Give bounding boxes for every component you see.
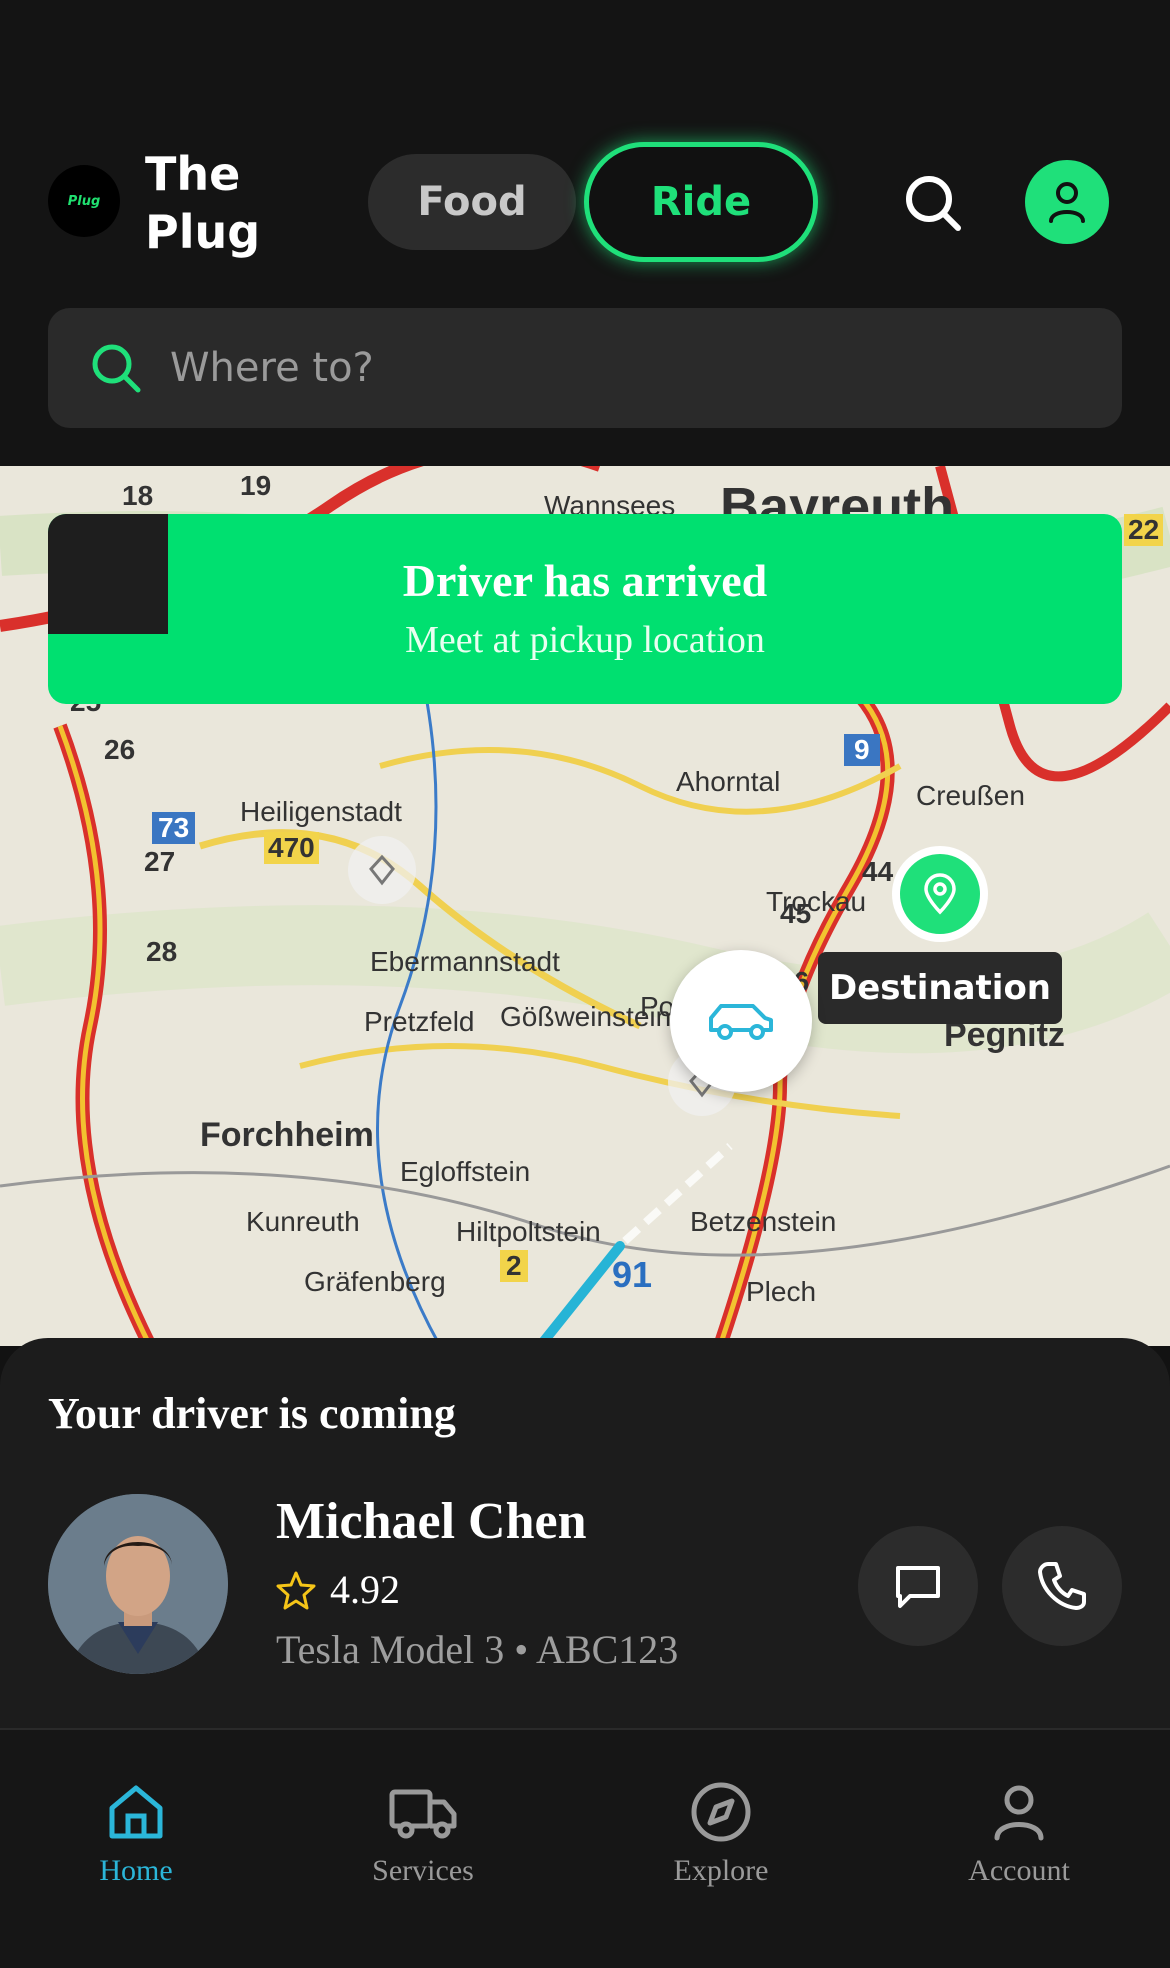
phone-icon	[1038, 1562, 1086, 1610]
road-number: 9	[844, 734, 880, 766]
road-number: 27	[144, 846, 176, 877]
car-icon	[709, 1004, 773, 1040]
vehicle-info: Tesla Model 3 • ABC123	[276, 1627, 679, 1672]
brand-name: The Plug	[145, 145, 260, 261]
logo-text: Plug	[67, 193, 101, 209]
driver-car-marker[interactable]	[670, 950, 812, 1092]
map-label: Gräfenberg	[304, 1266, 446, 1297]
truck-icon	[389, 1789, 457, 1839]
profile-button[interactable]	[1025, 160, 1109, 244]
call-driver-button[interactable]	[1002, 1526, 1122, 1646]
map-label: Ahorntal	[676, 766, 781, 797]
rating-value: 4.92	[330, 1567, 400, 1612]
road-number: 44	[862, 856, 894, 887]
driver-rating: 4.92	[276, 1566, 400, 1613]
brand-line-2: Plug	[145, 205, 261, 259]
search-icon[interactable]	[900, 170, 966, 236]
map-label: Egloffstein	[400, 1156, 531, 1187]
destination-marker[interactable]	[892, 846, 988, 942]
star-icon	[276, 1571, 316, 1609]
message-icon	[896, 1566, 940, 1608]
road-number: 26	[104, 734, 136, 765]
map-label: Creußen	[916, 780, 1025, 811]
nav-label: Home	[99, 1854, 173, 1887]
map-pin-icon	[924, 873, 956, 915]
search-icon	[92, 344, 141, 393]
message-driver-button[interactable]	[858, 1526, 978, 1646]
bottom-nav: Home Services Explore Account	[0, 1728, 1170, 1968]
ghost-location-pin	[348, 836, 416, 904]
nav-label: Explore	[673, 1854, 769, 1887]
nav-item-explore[interactable]: Explore	[621, 1780, 821, 1888]
road-number: 22	[1124, 514, 1164, 546]
user-icon	[994, 1785, 1044, 1841]
map-label: Ebermannstadt	[370, 946, 560, 977]
banner-subtitle: Meet at pickup location	[405, 619, 765, 661]
sheet-title: Your driver is coming	[48, 1389, 456, 1438]
banner-title: Driver has arrived	[402, 555, 768, 606]
map-label: Betzenstein	[690, 1206, 837, 1237]
driver-name: Michael Chen	[276, 1493, 587, 1550]
map-label: Forchheim	[200, 1116, 374, 1154]
road-number: 91	[612, 1254, 653, 1295]
search-input[interactable]	[170, 332, 1070, 404]
nav-label: Account	[968, 1854, 1070, 1887]
road-number: 19	[240, 470, 272, 501]
pin-icon	[369, 854, 395, 886]
tab-food[interactable]: Food	[368, 154, 576, 250]
map-label: Heiligenstadt	[240, 796, 402, 827]
driver-arrived-banner: Driver has arrived Meet at pickup locati…	[48, 514, 1122, 704]
road-number: 73	[152, 812, 196, 844]
driver-info-sheet: Your driver is coming Michael Chen 4.92 …	[0, 1338, 1170, 1728]
tab-ride[interactable]: Ride	[584, 142, 818, 262]
nav-item-home[interactable]: Home	[36, 1780, 236, 1888]
app-logo[interactable]: Plug	[48, 165, 120, 237]
road-number: 18	[122, 480, 154, 511]
destination-marker-inner	[900, 854, 980, 934]
destination-search[interactable]	[48, 308, 1122, 428]
compass-icon	[691, 1782, 751, 1842]
road-number: 2	[500, 1250, 528, 1282]
home-icon	[109, 1785, 163, 1839]
brand-line-1: The	[145, 147, 241, 201]
map-label: Plech	[746, 1276, 817, 1307]
destination-label: Destination	[818, 952, 1062, 1024]
map-label: Hiltpoltstein	[456, 1216, 601, 1247]
map-label: Pretzfeld	[364, 1006, 475, 1037]
nav-item-account[interactable]: Account	[919, 1780, 1119, 1888]
nav-label: Services	[372, 1854, 474, 1887]
road-number: 470	[264, 832, 319, 864]
road-number: 28	[146, 936, 178, 967]
user-icon	[1049, 182, 1085, 223]
driver-avatar	[48, 1494, 228, 1674]
nav-item-services[interactable]: Services	[323, 1780, 523, 1888]
map-label: Kunreuth	[246, 1206, 360, 1237]
road-number: 45	[780, 898, 812, 929]
